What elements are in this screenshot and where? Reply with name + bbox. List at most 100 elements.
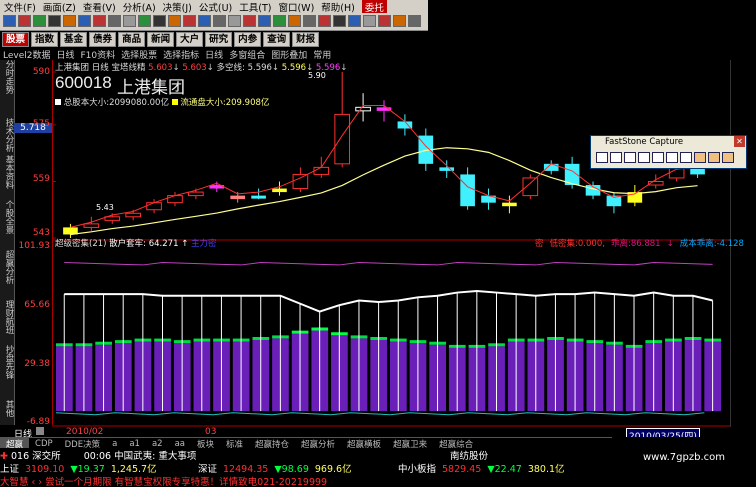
capture-tool-icon[interactable]	[708, 152, 720, 163]
capture-tool-icon[interactable]	[722, 152, 734, 163]
date-tick: 2010/02	[66, 427, 104, 437]
toolbar-icon[interactable]	[138, 15, 151, 27]
quick-button[interactable]: 新闻	[147, 31, 175, 47]
function-tab[interactable]: 日线	[56, 48, 74, 61]
formula-tab[interactable]: a	[106, 439, 123, 449]
toolbar-icon[interactable]	[168, 15, 181, 27]
toolbar-icon[interactable]	[303, 15, 316, 27]
sidebar-item[interactable]: 其他	[1, 400, 14, 417]
capture-tool-icon[interactable]	[596, 152, 608, 163]
index-quote[interactable]: 上证 3109.10 ▼19.37 1,245.7亿	[0, 461, 163, 475]
toolbar-icon[interactable]	[3, 15, 16, 27]
quick-button[interactable]: 指数	[31, 31, 59, 47]
sub-right-label: 密	[535, 239, 544, 249]
sub-tick: 29.38	[24, 359, 50, 369]
menu-item[interactable]: 画面(Z)	[43, 0, 76, 14]
close-icon[interactable]: ✕	[734, 136, 745, 147]
sidebar-item[interactable]: 分时走势	[1, 60, 14, 94]
menu-item[interactable]: 帮助(H)	[321, 0, 355, 14]
toolbar-icon[interactable]	[408, 15, 421, 27]
capture-tool-icon[interactable]	[638, 152, 650, 163]
sidebar-item[interactable]: 技术分析	[1, 118, 14, 152]
menu-item[interactable]: 工具(T)	[239, 0, 271, 14]
function-tab[interactable]: 常用	[313, 48, 331, 61]
toolbar-icon[interactable]	[33, 15, 46, 27]
toolbar-icon[interactable]	[153, 15, 166, 27]
quick-button[interactable]: 基金	[60, 31, 88, 47]
toolbar-icon[interactable]	[63, 15, 76, 27]
capture-tool-icon[interactable]	[624, 152, 636, 163]
period-toggle-icon[interactable]	[36, 427, 44, 435]
quick-button[interactable]: 财报	[292, 31, 320, 47]
toolbar-icon[interactable]	[393, 15, 406, 27]
formula-tab[interactable]: a2	[146, 439, 169, 449]
menu-item[interactable]: 公式(U)	[199, 0, 232, 14]
index-quote[interactable]: 中小板指 5829.45 ▼22.47 380.1亿	[398, 461, 571, 475]
index-quote[interactable]: 深证 12494.35 ▼98.69 969.6亿	[198, 461, 358, 475]
sidebar-item[interactable]: 基本资料	[1, 155, 14, 189]
formula-tab[interactable]: aa	[169, 439, 191, 449]
candle-body	[146, 202, 162, 211]
capture-tool-icon[interactable]	[694, 152, 706, 163]
sidebar-item[interactable]: 个股全景	[1, 200, 14, 234]
toolbar-icon[interactable]	[243, 15, 256, 27]
stock-name-small: 上港集团	[55, 63, 90, 73]
function-tab[interactable]: Level2数据	[3, 48, 50, 61]
capture-tool-icon[interactable]	[666, 152, 678, 163]
total-share-value: 2099080.00亿	[109, 98, 169, 108]
ma5-value: 5.603	[148, 63, 173, 73]
toolbar-icon[interactable]	[93, 15, 106, 27]
sidebar-item[interactable]: 理财航班	[1, 300, 14, 334]
quick-button[interactable]: 研究	[205, 31, 233, 47]
toolbar-icon[interactable]	[228, 15, 241, 27]
faststone-capture-window[interactable]: FastStone Capture ✕	[590, 135, 747, 169]
menu-item[interactable]: 决策(J)	[163, 0, 192, 14]
capture-tool-icon[interactable]	[680, 152, 692, 163]
quick-button[interactable]: 债券	[89, 31, 117, 47]
toolbar-icon[interactable]	[18, 15, 31, 27]
toolbar-icon[interactable]	[273, 15, 286, 27]
menu-item[interactable]: 分析(A)	[123, 0, 156, 14]
toolbar-icon[interactable]	[198, 15, 211, 27]
toolbar-icon[interactable]	[108, 15, 121, 27]
price-tick: 559	[32, 174, 50, 184]
toolbar-icon[interactable]	[258, 15, 271, 27]
function-tab[interactable]: F10资料	[81, 48, 116, 61]
formula-tab[interactable]: CDP	[29, 439, 59, 449]
menu-item[interactable]: 窗口(W)	[278, 0, 314, 14]
menu-item[interactable]: 文件(F)	[4, 0, 36, 14]
toolbar-icon[interactable]	[348, 15, 361, 27]
function-tab[interactable]: 日线	[205, 48, 223, 61]
sub-indicator-header-right: 密低密集:0.000, 乖离:86.881 ↓ 成本乖离:-4.128	[535, 237, 750, 249]
function-tab[interactable]: 选择股票	[121, 48, 157, 61]
toolbar-icon[interactable]	[363, 15, 376, 27]
formula-tab[interactable]: a1	[123, 439, 146, 449]
toolbar-icon[interactable]	[378, 15, 391, 27]
function-tab[interactable]: 图形叠加	[271, 48, 307, 61]
capture-tool-icon[interactable]	[610, 152, 622, 163]
menu-item[interactable]: 查看(V)	[83, 0, 116, 14]
toolbar-icon[interactable]	[213, 15, 226, 27]
quick-button[interactable]: 大户	[176, 31, 204, 47]
toolbar-icon[interactable]	[288, 15, 301, 27]
price-axis: 5.718 590 575 559 543 101.93 65.66 29.38 -6.89	[14, 60, 53, 427]
sub-right-value: 0.000,	[577, 239, 605, 249]
quick-button[interactable]: 内参	[234, 31, 262, 47]
toolbar-icon[interactable]	[78, 15, 91, 27]
toolbar-icon[interactable]	[318, 15, 331, 27]
sidebar-item[interactable]: 抄盘先锋	[1, 345, 14, 379]
capture-tool-icon[interactable]	[652, 152, 664, 163]
trade-menu[interactable]: 委托	[361, 0, 387, 14]
candle-body	[188, 191, 204, 197]
sidebar-item[interactable]: 超赢分析	[1, 250, 14, 284]
quick-button[interactable]: 商品	[118, 31, 146, 47]
toolbar-icon[interactable]	[48, 15, 61, 27]
toolbar-icon[interactable]	[183, 15, 196, 27]
ma20-value: 5.596	[281, 63, 307, 73]
function-tab[interactable]: 多窗组合	[229, 48, 265, 61]
toolbar-icon[interactable]	[333, 15, 346, 27]
toolbar-icon[interactable]	[123, 15, 136, 27]
quick-button[interactable]: 股票	[2, 31, 30, 47]
function-tab[interactable]: 选择指标	[163, 48, 199, 61]
quick-button[interactable]: 查询	[263, 31, 291, 47]
